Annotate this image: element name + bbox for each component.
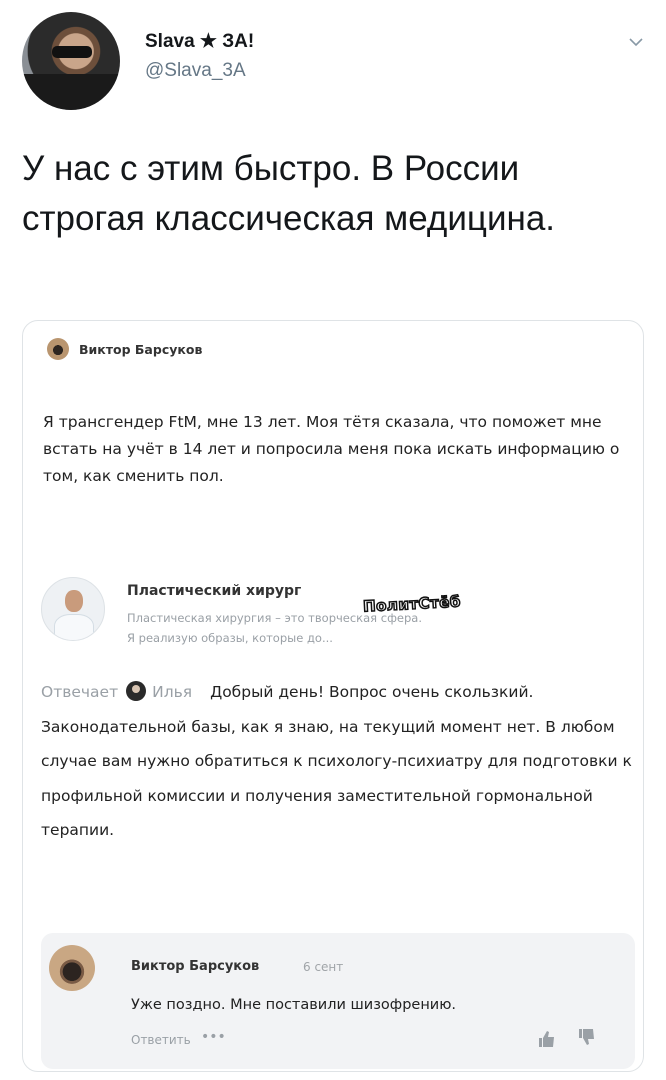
tweet-header: Slava ★ ЗА! @Slava_3A bbox=[22, 12, 644, 112]
display-name[interactable]: Slava ★ ЗА! bbox=[145, 30, 254, 53]
dislike-icon[interactable] bbox=[577, 1027, 597, 1047]
answer-text-block: Отвечает Илья Добрый день! Вопрос очень ск… bbox=[41, 675, 633, 848]
reply-prefix: Отвечает bbox=[41, 683, 119, 701]
answerer-block: Пластический хирург Пластическая хирурги… bbox=[41, 577, 631, 657]
comment-date: 6 сент bbox=[303, 960, 344, 974]
comment-author: Виктор Барсуков bbox=[131, 959, 260, 974]
answerer-name: Пластический хирург bbox=[127, 583, 302, 599]
quoted-screenshot[interactable]: Виктор Барсуков Я трансгендер FtM, мне 1… bbox=[22, 320, 644, 1072]
avatar[interactable] bbox=[22, 12, 120, 110]
comment: Виктор Барсуков 6 сент Уже поздно. Мне п… bbox=[41, 933, 635, 1069]
question-author-name: Виктор Барсуков bbox=[79, 341, 203, 357]
question-text: Я трансгендер FtM, мне 13 лет. Моя тётя … bbox=[43, 413, 620, 485]
answerer-head-shape bbox=[65, 590, 83, 612]
like-icon[interactable] bbox=[537, 1029, 557, 1049]
sunglasses-shape bbox=[52, 46, 92, 58]
reply-user: Илья bbox=[152, 683, 193, 701]
watermark: ПолитСтёб bbox=[362, 592, 462, 617]
answerer-avatar bbox=[41, 577, 105, 641]
reply-user-icon bbox=[126, 681, 147, 701]
more-options-button[interactable]: ••• bbox=[201, 1029, 226, 1045]
answerer-desc-line2: Я реализую образы, которые до... bbox=[127, 631, 333, 645]
comment-text: Уже поздно. Мне поставили шизофрению. bbox=[131, 997, 457, 1013]
comment-author-avatar bbox=[49, 945, 95, 991]
question-author: Виктор Барсуков bbox=[47, 337, 202, 361]
reply-button[interactable]: Ответить bbox=[131, 1033, 191, 1047]
shirt-shape bbox=[22, 74, 120, 110]
tweet-text: У нас с этим быстро. В России строгая кл… bbox=[22, 149, 556, 238]
question-author-avatar bbox=[47, 338, 69, 360]
answerer-body-shape bbox=[54, 614, 94, 640]
caret-down-icon[interactable] bbox=[628, 34, 644, 50]
user-handle[interactable]: @Slava_3A bbox=[145, 60, 246, 82]
answer-text: Добрый день! Вопрос очень скользкий. Зак… bbox=[41, 683, 632, 839]
